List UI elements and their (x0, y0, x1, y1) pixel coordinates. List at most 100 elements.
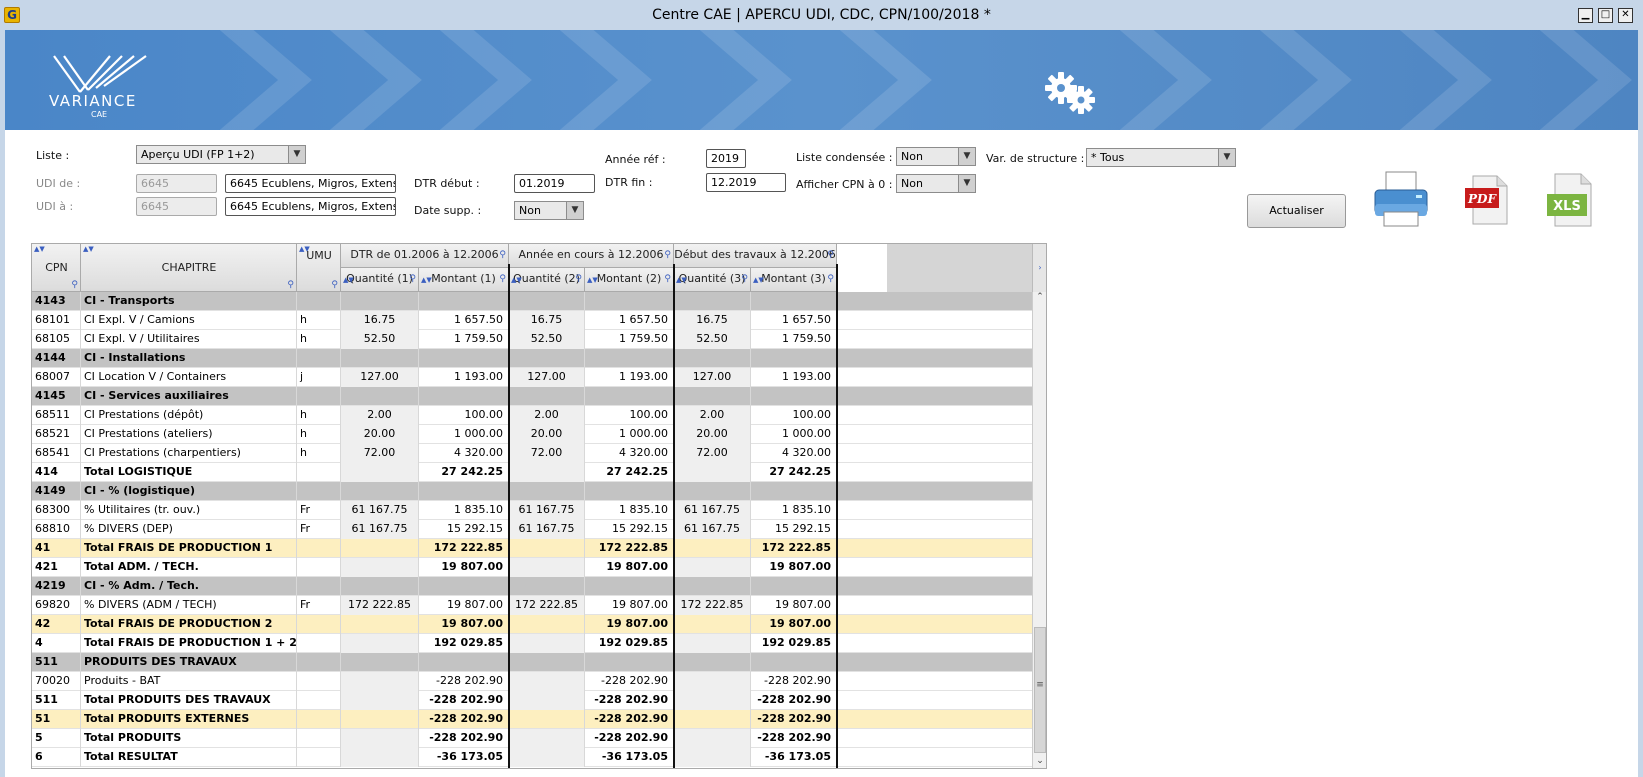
col-header-chapitre[interactable]: ▲▼ CHAPITRE ⚲ (81, 244, 297, 292)
search-icon[interactable]: ⚲ (287, 280, 294, 290)
cell-m3: 1 193.00 (751, 368, 837, 387)
search-icon[interactable]: ⚲ (827, 268, 834, 290)
section-row[interactable]: 4143 CI - Transports (32, 292, 1046, 311)
cell-m3 (751, 482, 837, 501)
total-row[interactable]: 5 Total PRODUITS -228 202.90 -228 202.90 -22… (32, 729, 1046, 748)
cell-q3: 2.00 (674, 406, 751, 425)
col-header-m2[interactable]: ▲▼ Montant (2) ⚲ (585, 268, 674, 292)
total-row[interactable]: 42 Total FRAIS DE PRODUCTION 2 19 807.00 19… (32, 615, 1046, 634)
cell-q3 (674, 539, 751, 558)
col-header-q2[interactable]: ▲▼ Quantité (2) ⚲ (509, 268, 585, 292)
search-icon[interactable]: ⚲ (499, 268, 506, 290)
cell-m1: 1 193.00 (419, 368, 509, 387)
section-row[interactable]: 4219 CI - % Adm. / Tech. (32, 577, 1046, 596)
cell-q3 (674, 653, 751, 672)
table-row[interactable]: 68511 CI Prestations (dépôt) h 2.00 100.00 2.… (32, 406, 1046, 425)
cell-q2 (509, 387, 585, 406)
udi-a-name-field[interactable]: 6645 Ecublens, Migros, Extension (225, 197, 396, 216)
afficher-cpn-select[interactable]: Non ▼ (896, 174, 976, 193)
cell-m3: -228 202.90 (751, 691, 837, 710)
section-row[interactable]: 4144 CI - Installations (32, 349, 1046, 368)
col-header-m1[interactable]: ▲▼ Montant (1) ⚲ (419, 268, 509, 292)
cell-m2: 1 835.10 (585, 501, 674, 520)
xls-label: XLS (1553, 199, 1581, 214)
search-icon[interactable]: ⚲ (499, 244, 506, 266)
search-icon[interactable]: ⚲ (664, 268, 671, 290)
cell-ch: Total FRAIS DE PRODUCTION 1 + 2 (81, 634, 297, 653)
table-row[interactable]: 68007 CI Location V / Containers j 127.00 1 … (32, 368, 1046, 387)
table-row[interactable]: 69820% DIVERS (ADM / TECH) Fr 172 222.85 19… (32, 596, 1046, 615)
total-row[interactable]: 414 Total LOGISTIQUE 27 242.25 27 242.25 27 … (32, 463, 1046, 482)
table-row[interactable]: 68541 CI Prestations (charpentiers) h 72.00… (32, 444, 1046, 463)
cell-m2 (585, 349, 674, 368)
table-row[interactable]: 70020 Produits - BAT -228 202.90 -228 202.9… (32, 672, 1046, 691)
search-icon[interactable]: ⚲ (71, 280, 78, 290)
cell-m1: -228 202.90 (419, 710, 509, 729)
total-row[interactable]: 6 Total RESULTAT -36 173.05 -36 173.05 -36 1… (32, 748, 1046, 767)
search-icon[interactable]: ⚲ (827, 244, 834, 266)
scroll-down-icon[interactable]: ⌄ (1033, 756, 1046, 768)
cell-ch: CI Prestations (ateliers) (81, 425, 297, 444)
col-header-q1[interactable]: ▲▼ Quantité (1) ⚲ (341, 268, 419, 292)
column-chooser-icon[interactable]: › (1032, 244, 1046, 292)
scroll-up-icon[interactable]: ⌃ (1033, 292, 1046, 306)
pdf-export-icon[interactable]: PDF (1463, 172, 1511, 228)
close-button[interactable]: ✕ (1618, 8, 1633, 23)
var-structure-select[interactable]: * Tous ▼ (1086, 148, 1236, 167)
col-header-cpn[interactable]: ▲▼ CPN ⚲ (32, 244, 81, 292)
col-header-q3-label: Quantité (3) (678, 272, 746, 285)
table-row[interactable]: 68810% DIVERS (DEP) Fr 61 167.75 15 292.15 6… (32, 520, 1046, 539)
pdf-label: PDF (1467, 192, 1497, 206)
dtr-fin-field[interactable]: 12.2019 (706, 173, 786, 192)
udi-de-name-field[interactable]: 6645 Ecublens, Migros, Extension (225, 174, 396, 193)
cell-ch: % DIVERS (DEP) (81, 520, 297, 539)
search-icon[interactable]: ⚲ (409, 268, 416, 290)
col-header-umu[interactable]: ▲▼ UMU ⚲ (297, 244, 341, 292)
cell-u (297, 634, 341, 653)
vertical-scrollbar[interactable]: ⌃ ≡ ⌄ (1032, 292, 1046, 768)
search-icon[interactable]: ⚲ (575, 268, 582, 290)
cell-q1: 172 222.85 (341, 596, 419, 615)
table-row[interactable]: 68300% Utilitaires (tr. ouv.) Fr 61 167.75… (32, 501, 1046, 520)
xls-export-icon[interactable]: XLS (1543, 170, 1595, 230)
date-supp-select[interactable]: Non ▼ (514, 201, 584, 220)
cell-q1 (341, 691, 419, 710)
cell-m3: 19 807.00 (751, 596, 837, 615)
col-header-q2-label: Quantité (2) (513, 272, 580, 285)
section-row[interactable]: 4145 CI - Services auxiliaires (32, 387, 1046, 406)
udi-a-code-field[interactable]: 6645 (136, 197, 217, 216)
total-row[interactable]: 41 Total FRAIS DE PRODUCTION 1 172 222.85 1… (32, 539, 1046, 558)
settings-gear-icon[interactable] (1045, 72, 1097, 116)
liste-condensee-select[interactable]: Non ▼ (896, 147, 976, 166)
col-header-q3[interactable]: ▲▼ Quantité (3) ⚲ (674, 268, 751, 292)
total-row[interactable]: 51 Total PRODUITS EXTERNES -228 202.90 -228… (32, 710, 1046, 729)
cell-ch: % DIVERS (ADM / TECH) (81, 596, 297, 615)
table-row[interactable]: 68105 CI Expl. V / Utilitaires h 52.50 1 759… (32, 330, 1046, 349)
search-icon[interactable]: ⚲ (741, 268, 748, 290)
udi-de-code-field[interactable]: 6645 (136, 174, 217, 193)
table-row[interactable]: 68521 CI Prestations (ateliers) h 20.00 1 00… (32, 425, 1046, 444)
dtr-debut-field[interactable]: 01.2019 (514, 174, 595, 193)
annee-ref-field[interactable]: 2019 (706, 149, 746, 168)
total-row[interactable]: 511 Total PRODUITS DES TRAVAUX -228 202.90… (32, 691, 1046, 710)
maximize-button[interactable]: □ (1598, 8, 1613, 23)
printer-icon[interactable] (1372, 168, 1430, 230)
search-icon[interactable]: ⚲ (664, 244, 671, 266)
cell-q2 (509, 539, 585, 558)
cell-m3: 19 807.00 (751, 558, 837, 577)
col-header-m3[interactable]: ▲▼ Montant (3) ⚲ (751, 268, 837, 292)
table-row[interactable]: 68101 CI Expl. V / Camions h 16.75 1 657.50 1… (32, 311, 1046, 330)
total-row[interactable]: 421 Total ADM. / TECH. 19 807.00 19 807.00 1… (32, 558, 1046, 577)
cell-m1 (419, 387, 509, 406)
section-row[interactable]: 511 PRODUITS DES TRAVAUX (32, 653, 1046, 672)
actualiser-button[interactable]: Actualiser (1247, 194, 1346, 228)
cell-cpn: 68101 (32, 311, 81, 330)
liste-select[interactable]: Aperçu UDI (FP 1+2) ▼ (136, 145, 306, 164)
col-header-cpn-label: CPN (45, 261, 68, 274)
search-icon[interactable]: ⚲ (331, 280, 338, 290)
section-row[interactable]: 4149 CI - % (logistique) (32, 482, 1046, 501)
scrollbar-thumb[interactable]: ≡ (1034, 627, 1046, 753)
brand-name: VARIANCE (49, 92, 137, 110)
minimize-button[interactable]: ▁ (1578, 8, 1593, 23)
total-row[interactable]: 4 Total FRAIS DE PRODUCTION 1 + 2 192 029.… (32, 634, 1046, 653)
